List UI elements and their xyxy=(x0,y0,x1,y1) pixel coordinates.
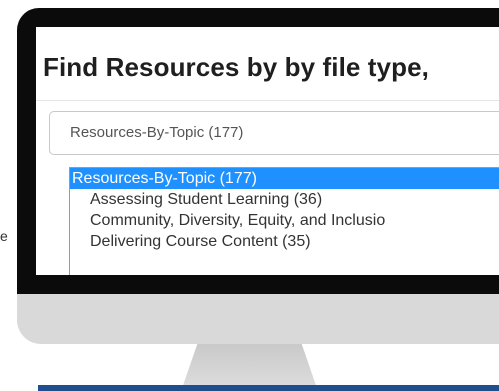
dropdown-option-resources-by-topic[interactable]: Resources-By-Topic (177) xyxy=(70,168,499,189)
base-line xyxy=(38,385,499,391)
page-heading: Find Resources by by file type, xyxy=(43,52,429,82)
select-value: Resources-By-Topic (177) xyxy=(70,124,244,141)
divider xyxy=(36,100,499,101)
dropdown-option-delivering-course-content[interactable]: Delivering Course Content (35) xyxy=(70,231,499,252)
resource-type-select[interactable]: Resources-By-Topic (177) xyxy=(49,111,499,155)
dropdown-option-community-diversity[interactable]: Community, Diversity, Equity, and Inclus… xyxy=(70,210,499,231)
dropdown-list[interactable]: Resources-By-Topic (177) Assessing Stude… xyxy=(69,167,499,275)
monitor-screen: Find Resources by by file type, Resource… xyxy=(36,27,499,275)
dropdown-option-assessing-student-learning[interactable]: Assessing Student Learning (36) xyxy=(70,189,499,210)
edge-text-fragment: e xyxy=(0,228,8,244)
monitor-stand xyxy=(182,344,317,386)
monitor-chin xyxy=(17,294,499,344)
